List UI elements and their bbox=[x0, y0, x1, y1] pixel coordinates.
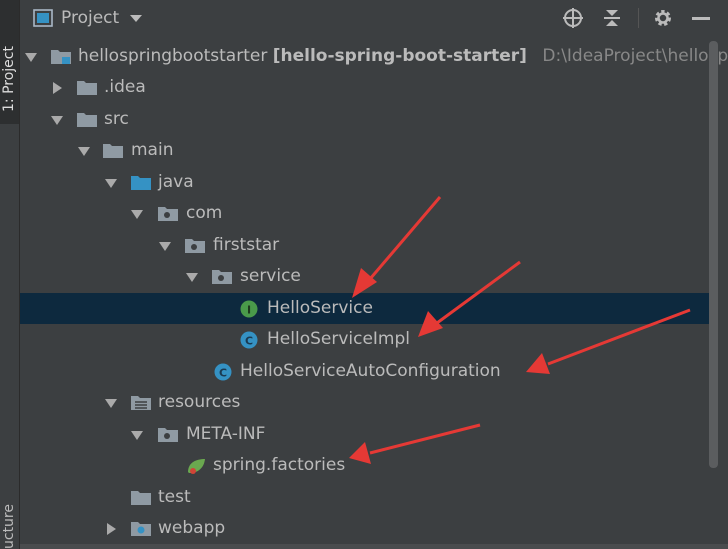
expanded-arrow-icon[interactable] bbox=[159, 240, 171, 252]
project-view-icon bbox=[33, 9, 53, 27]
hide-icon[interactable] bbox=[689, 6, 713, 30]
spring-leaf-icon bbox=[185, 456, 207, 474]
expanded-arrow-icon[interactable] bbox=[131, 208, 143, 220]
expanded-arrow-icon[interactable] bbox=[186, 271, 198, 283]
settings-icon[interactable] bbox=[651, 6, 675, 30]
dropdown-icon[interactable] bbox=[129, 13, 143, 23]
expanded-arrow-icon[interactable] bbox=[25, 51, 37, 63]
expanded-arrow-icon[interactable] bbox=[131, 429, 143, 441]
tree-label-main: main bbox=[131, 140, 174, 160]
tree-label-firststar: firststar bbox=[213, 235, 280, 255]
expanded-arrow-icon[interactable] bbox=[105, 397, 117, 409]
tree-label-service: service bbox=[240, 266, 301, 286]
root-name: hellospringbootstarter bbox=[78, 46, 268, 66]
collapsed-arrow-icon[interactable] bbox=[105, 523, 117, 535]
class-icon: C bbox=[239, 330, 261, 349]
svg-text:C: C bbox=[219, 367, 227, 380]
collapse-all-icon[interactable] bbox=[600, 6, 624, 30]
tree-node-service[interactable]: service bbox=[20, 261, 718, 292]
folder-icon bbox=[76, 78, 98, 96]
tree-node-hello-service-impl[interactable]: C HelloServiceImpl bbox=[20, 324, 718, 355]
folder-icon bbox=[76, 110, 98, 128]
tree-label-hello-service-impl: HelloServiceImpl bbox=[267, 329, 411, 349]
tree-label-src: src bbox=[104, 109, 129, 129]
tree-node-meta-inf[interactable]: META-INF bbox=[20, 419, 718, 450]
tree-label-spring-factories: spring.factories bbox=[213, 455, 346, 475]
tree-label-test: test bbox=[158, 487, 191, 507]
tree-node-webapp[interactable]: webapp bbox=[20, 513, 718, 544]
tree-node-test[interactable]: test bbox=[20, 482, 718, 513]
vertical-scrollbar[interactable] bbox=[709, 41, 718, 468]
tree-node-com[interactable]: com bbox=[20, 198, 718, 229]
tree-node-idea[interactable]: .idea bbox=[20, 72, 718, 103]
toolbar-separator bbox=[638, 8, 639, 28]
tree-node-hello-service[interactable]: I HelloService bbox=[20, 293, 718, 324]
class-icon: C bbox=[213, 362, 235, 381]
svg-text:C: C bbox=[245, 335, 253, 348]
project-tool-tab-label: 1: Project bbox=[1, 46, 17, 112]
tree-label-meta-inf: META-INF bbox=[186, 424, 266, 444]
tree-label-idea: .idea bbox=[104, 77, 146, 97]
tree-node-auto-configuration[interactable]: C HelloServiceAutoConfiguration bbox=[20, 356, 718, 387]
web-folder-icon bbox=[130, 519, 152, 537]
folder-icon bbox=[102, 141, 124, 159]
resources-folder-icon bbox=[130, 393, 152, 411]
tree-label-auto-configuration: HelloServiceAutoConfiguration bbox=[240, 361, 501, 381]
root-path: D:\IdeaProject\hellosp bbox=[542, 46, 728, 66]
expanded-arrow-icon[interactable] bbox=[105, 177, 117, 189]
svg-text:I: I bbox=[247, 304, 251, 317]
tree-label-resources: resources bbox=[158, 392, 241, 412]
structure-tool-tab[interactable]: ucture bbox=[0, 490, 19, 549]
locate-icon[interactable] bbox=[561, 6, 585, 30]
package-icon bbox=[211, 267, 233, 285]
package-icon bbox=[157, 204, 179, 222]
expanded-arrow-icon[interactable] bbox=[78, 145, 90, 157]
tree-node-java[interactable]: java bbox=[20, 167, 718, 198]
tree-label-hello-service: HelloService bbox=[267, 298, 373, 318]
tree-node-main[interactable]: main bbox=[20, 135, 718, 166]
module-folder-icon bbox=[50, 47, 72, 65]
folder-icon bbox=[157, 425, 179, 443]
tree-node-firststar[interactable]: firststar bbox=[20, 230, 718, 261]
source-folder-icon bbox=[130, 173, 152, 191]
folder-icon bbox=[130, 488, 152, 506]
expanded-arrow-icon[interactable] bbox=[51, 114, 63, 126]
tool-window-strip: 1: Project ucture bbox=[0, 0, 20, 549]
tree-node-root[interactable]: hellospringbootstarter [hello-spring-boo… bbox=[20, 41, 728, 72]
interface-icon: I bbox=[239, 299, 261, 318]
tree-label-com: com bbox=[186, 203, 223, 223]
structure-tool-tab-label: ucture bbox=[1, 504, 17, 549]
project-tool-tab[interactable]: 1: Project bbox=[0, 0, 19, 124]
tree-node-spring-factories[interactable]: spring.factories bbox=[20, 450, 718, 481]
panel-title[interactable]: Project bbox=[61, 8, 119, 28]
root-module: [hello-spring-boot-starter] bbox=[272, 46, 527, 66]
tree-label-java: java bbox=[158, 172, 194, 192]
package-icon bbox=[184, 236, 206, 254]
collapsed-arrow-icon[interactable] bbox=[51, 82, 63, 94]
tree-node-resources[interactable]: resources bbox=[20, 387, 718, 418]
tree-node-src[interactable]: src bbox=[20, 104, 718, 135]
horizontal-scrollbar[interactable] bbox=[20, 544, 728, 549]
tree-label-webapp: webapp bbox=[158, 518, 226, 538]
